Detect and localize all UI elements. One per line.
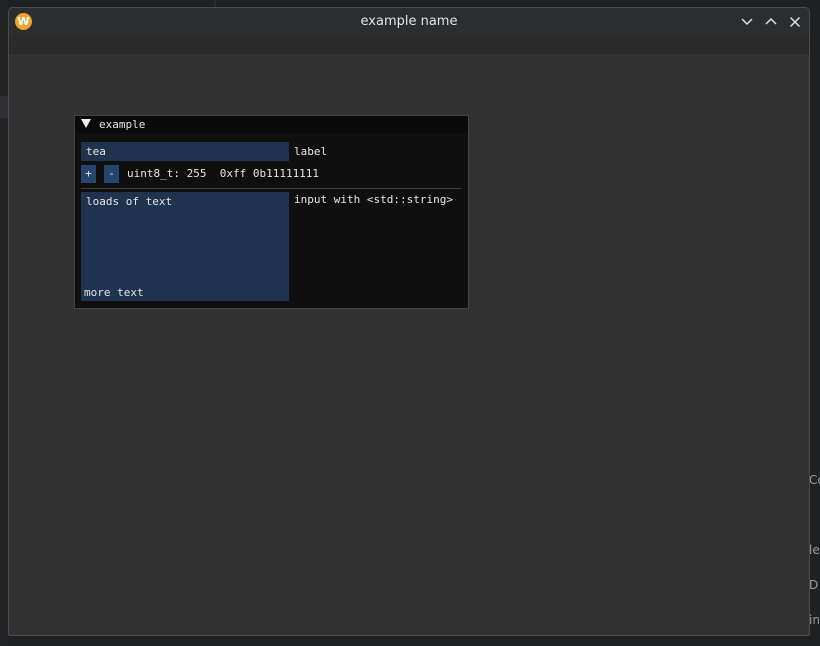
increment-button[interactable]: + xyxy=(81,165,96,183)
multiline-text-line: loads of text xyxy=(86,195,173,208)
close-button[interactable] xyxy=(787,14,803,30)
background-text-fragment: Co xyxy=(809,473,820,487)
example-panel: example tea label + - uint8_t: 255 0xff … xyxy=(74,115,469,309)
background-left-highlight xyxy=(0,96,8,118)
menu-bar xyxy=(9,37,809,54)
multiline-input-label: input with <std::string> xyxy=(294,193,453,206)
panel-title: example xyxy=(99,118,146,131)
title-bar[interactable]: W example name xyxy=(9,8,809,38)
maximize-icon xyxy=(765,17,777,25)
close-icon xyxy=(789,16,801,28)
app-window: W example name example tea label + - uin… xyxy=(8,7,810,636)
maximize-button[interactable] xyxy=(763,14,779,30)
uint8-readout: uint8_t: 255 0xff 0b11111111 xyxy=(127,167,320,180)
multiline-text-line: more text xyxy=(84,286,144,299)
collapse-arrow-icon[interactable] xyxy=(81,119,91,128)
minimize-button[interactable] xyxy=(739,14,755,30)
background-text-fragment: D xyxy=(809,578,819,592)
multiline-text-input[interactable]: loads of text more text xyxy=(81,192,289,301)
background-text-fragment: le xyxy=(809,543,820,557)
text-input-label: label xyxy=(294,145,328,158)
background-text-fragment: in xyxy=(809,613,820,627)
text-input[interactable]: tea xyxy=(81,142,289,161)
panel-header[interactable]: example xyxy=(75,116,468,133)
minimize-icon xyxy=(741,18,753,26)
decrement-button[interactable]: - xyxy=(104,165,119,183)
separator xyxy=(81,188,461,189)
window-title: example name xyxy=(360,14,458,29)
